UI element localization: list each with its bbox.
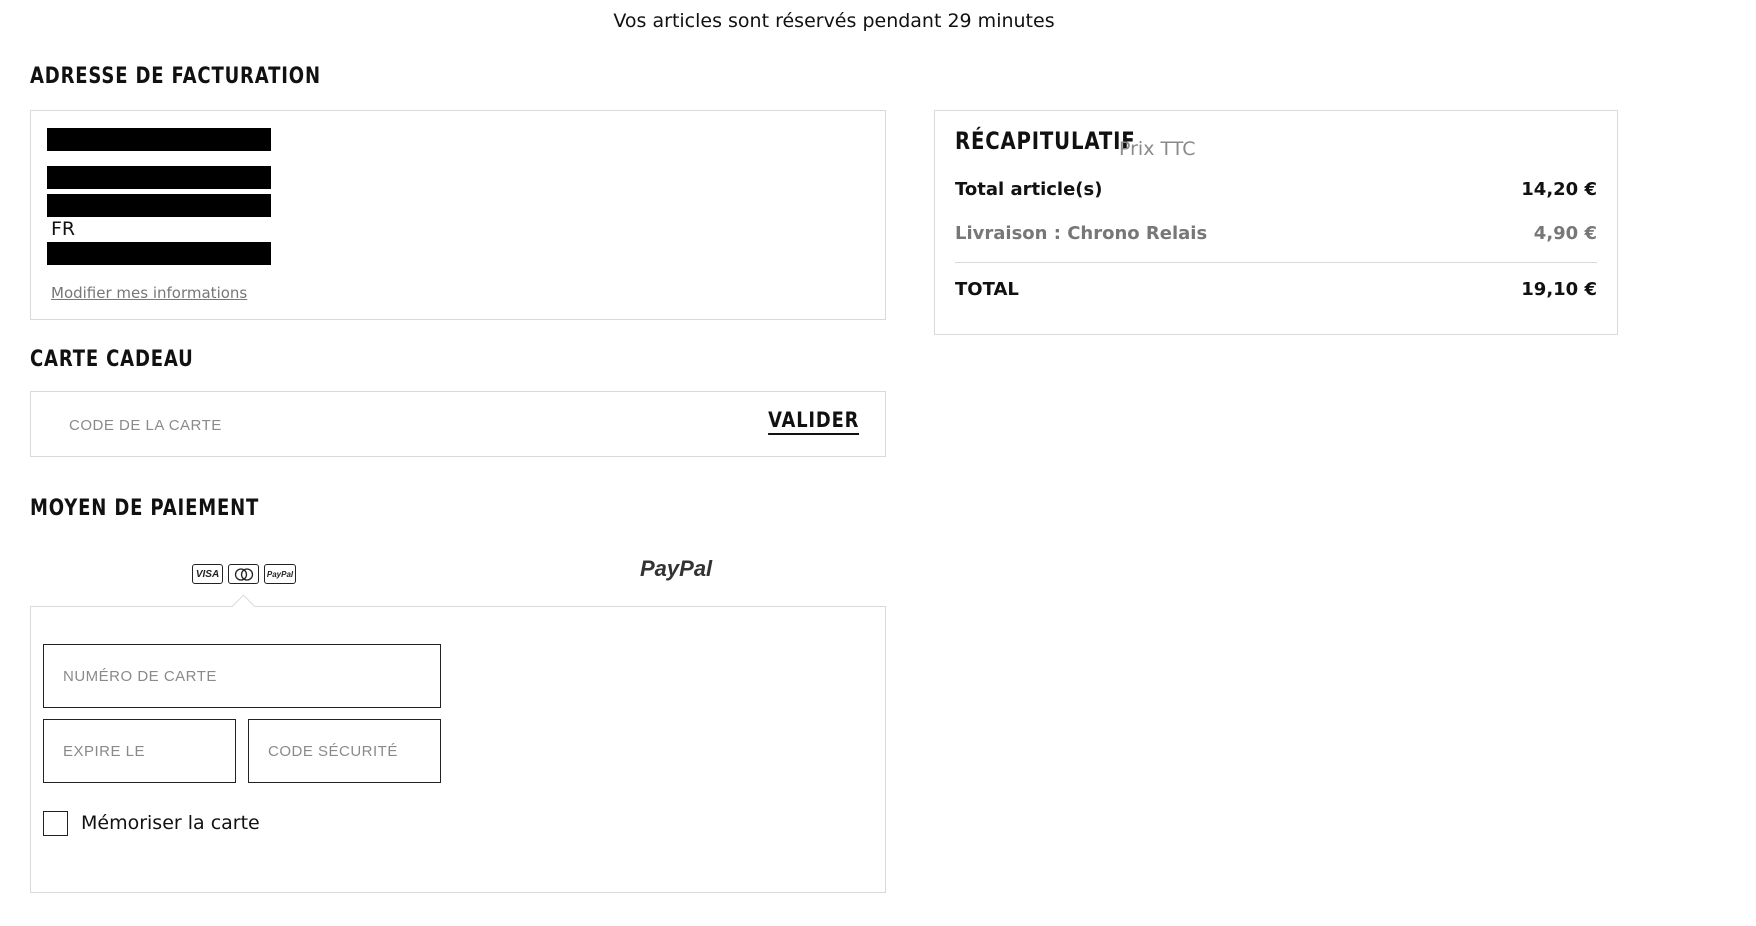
gift-card-input[interactable] [49, 392, 689, 458]
reservation-notice: Vos articles sont réservés pendant 29 mi… [613, 10, 1055, 32]
summary-box: RÉCAPITULATIF Prix TTC Total article(s) … [934, 110, 1618, 335]
redacted-line [47, 194, 271, 217]
remember-card-checkbox[interactable] [43, 811, 68, 836]
card-number-input[interactable] [43, 644, 441, 708]
grand-total-row: TOTAL 19,10 € [955, 279, 1597, 300]
validate-button[interactable]: VALIDER [767, 408, 859, 435]
remember-card-label: Mémoriser la carte [81, 812, 260, 834]
delivery-value: 4,90 € [1533, 223, 1597, 244]
items-total-label: Total article(s) [955, 179, 1103, 200]
card-form-box: Mémoriser la carte [30, 594, 886, 893]
visa-icon: VISA [192, 564, 223, 584]
billing-title: ADRESSE DE FACTURATION [30, 64, 321, 89]
edit-info-link[interactable]: Modifier mes informations [51, 284, 247, 302]
billing-address-box: FR Modifier mes informations [30, 110, 886, 320]
delivery-row: Livraison : Chrono Relais 4,90 € [955, 223, 1597, 244]
payment-title: MOYEN DE PAIEMENT [30, 496, 260, 521]
delivery-label: Livraison : Chrono Relais [955, 223, 1208, 244]
expiry-input[interactable] [43, 719, 236, 783]
redacted-line [47, 166, 271, 189]
redacted-line [47, 128, 271, 151]
tab-indicator-arrow [231, 594, 256, 619]
items-total-value: 14,20 € [1521, 179, 1597, 200]
gift-card-title: CARTE CADEAU [30, 347, 194, 372]
grand-total-label: TOTAL [955, 279, 1019, 300]
billing-country: FR [51, 218, 76, 240]
summary-title: RÉCAPITULATIF [955, 127, 1136, 155]
mastercard-icon [228, 564, 259, 584]
gift-card-box: VALIDER [30, 391, 886, 458]
card-payment-tab[interactable]: VISA PayPal [192, 564, 296, 584]
paypal-small-icon: PayPal [264, 564, 296, 584]
items-total-row: Total article(s) 14,20 € [955, 179, 1597, 200]
cvc-input[interactable] [248, 719, 441, 783]
redacted-line [47, 242, 271, 265]
grand-total-value: 19,10 € [1521, 279, 1597, 300]
paypal-tab[interactable]: PayPal [640, 556, 712, 582]
summary-divider [955, 262, 1597, 263]
summary-subtitle: Prix TTC [1119, 138, 1196, 160]
